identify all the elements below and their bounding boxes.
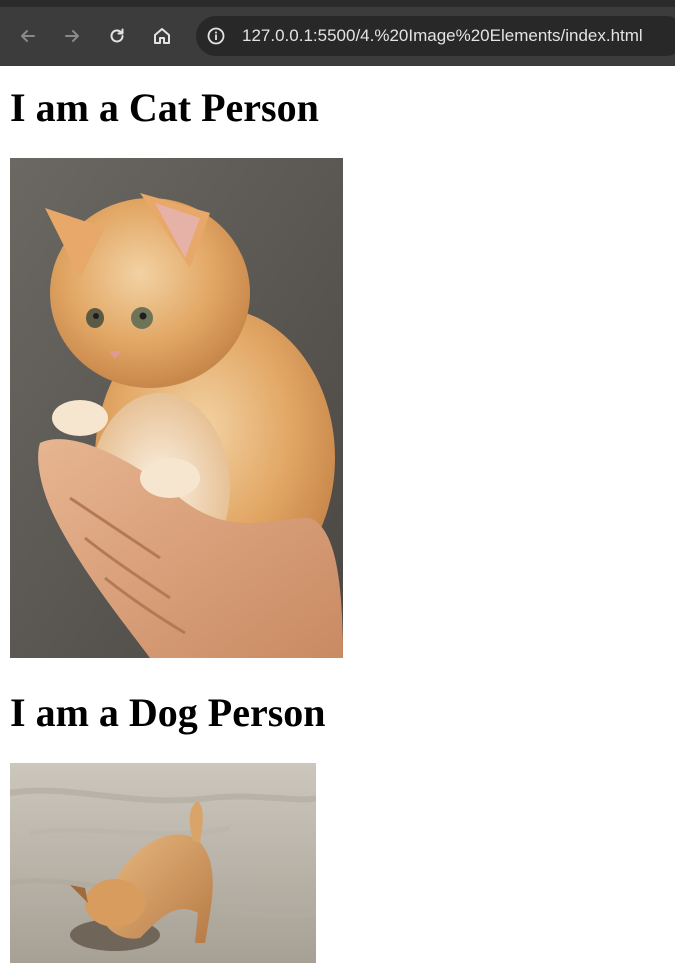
home-button[interactable] xyxy=(147,21,177,51)
cat-image xyxy=(10,158,343,658)
info-icon[interactable] xyxy=(206,26,226,46)
dog-heading: I am a Dog Person xyxy=(10,690,326,735)
address-bar[interactable]: 127.0.0.1:5500/4.%20Image%20Elements/ind… xyxy=(196,16,675,56)
reload-icon xyxy=(110,28,124,43)
reload-button[interactable] xyxy=(102,21,132,51)
arrow-left-icon xyxy=(21,30,35,42)
forward-button[interactable] xyxy=(57,21,87,51)
tab-strip xyxy=(0,0,675,7)
url-text[interactable]: 127.0.0.1:5500/4.%20Image%20Elements/ind… xyxy=(242,26,643,46)
back-button[interactable] xyxy=(13,21,43,51)
cat-heading: I am a Cat Person xyxy=(10,85,319,130)
arrow-right-icon xyxy=(65,30,79,42)
dog-image xyxy=(10,763,316,963)
home-icon xyxy=(154,28,170,44)
browser-toolbar: 127.0.0.1:5500/4.%20Image%20Elements/ind… xyxy=(0,0,675,66)
